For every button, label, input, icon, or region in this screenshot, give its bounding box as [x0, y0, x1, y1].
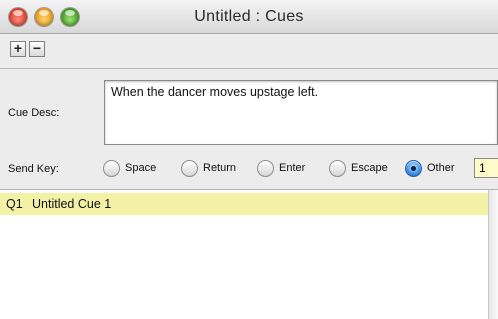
- radio-button[interactable]: [103, 160, 120, 177]
- cue-list[interactable]: Q1 Untitled Cue 1: [0, 190, 488, 319]
- cue-desc-label: Cue Desc:: [8, 107, 60, 119]
- plus-icon: +: [13, 40, 23, 56]
- window-title: Untitled : Cues: [194, 8, 304, 25]
- minus-icon: −: [32, 40, 42, 56]
- radio-button[interactable]: [181, 160, 198, 177]
- title-bar[interactable]: Untitled : Cues: [0, 0, 498, 34]
- toolbar: + −: [0, 35, 498, 68]
- cues-window: Untitled : Cues + − Cue Desc: When the d…: [0, 0, 498, 319]
- radio-button[interactable]: [329, 160, 346, 177]
- cue-number: Q1: [6, 197, 23, 211]
- cue-row-selected[interactable]: Q1 Untitled Cue 1: [0, 193, 488, 215]
- toolbar-divider: [0, 68, 498, 69]
- cue-desc-field[interactable]: When the dancer moves upstage left.: [104, 80, 498, 145]
- add-cue-button[interactable]: +: [10, 41, 26, 57]
- remove-cue-button[interactable]: −: [29, 41, 45, 57]
- radio-button-selected[interactable]: [405, 160, 422, 177]
- radio-button[interactable]: [257, 160, 274, 177]
- other-key-field[interactable]: 1: [474, 158, 498, 178]
- cue-list-scrollbar[interactable]: [488, 190, 498, 319]
- cue-name: Untitled Cue 1: [32, 197, 112, 211]
- send-key-radio-group: Space Return Enter Escape Other: [0, 158, 498, 180]
